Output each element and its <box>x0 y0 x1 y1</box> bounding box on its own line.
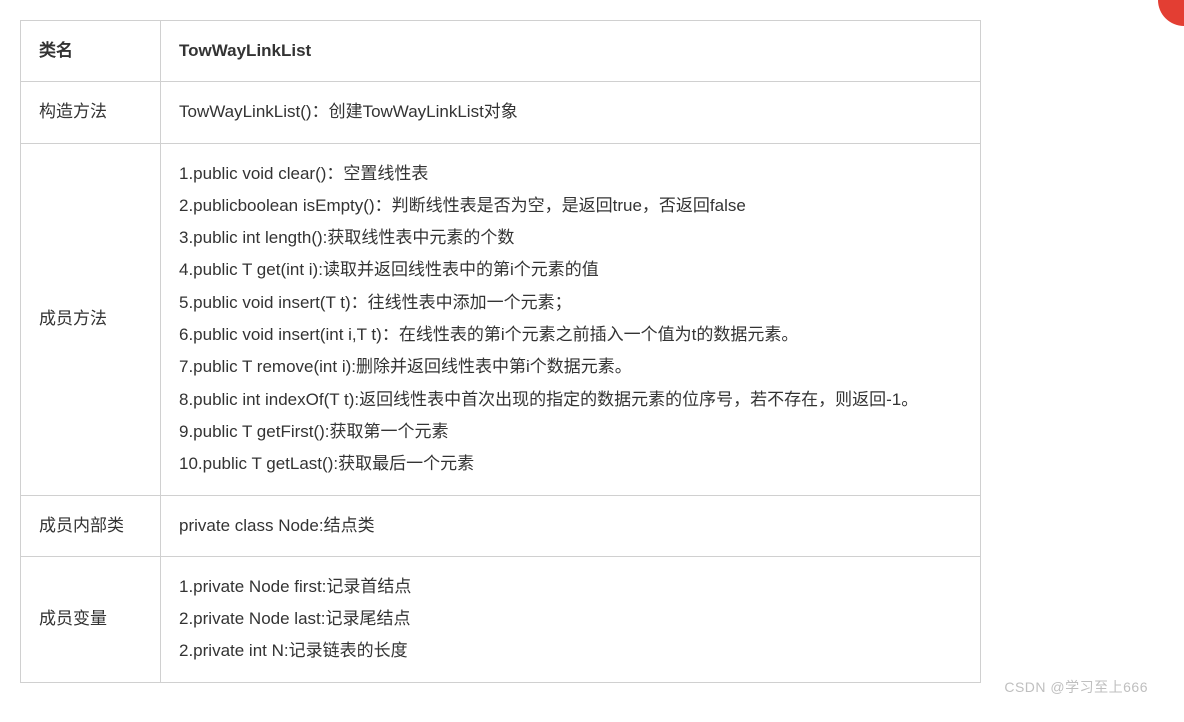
method-item: 5.public void insert(T t)：往线性表中添加一个元素； <box>179 287 962 319</box>
field-item: 2.private Node last:记录尾结点 <box>179 603 962 635</box>
method-item: 8.public int indexOf(T t):返回线性表中首次出现的指定的… <box>179 384 962 416</box>
fields-label: 成员变量 <box>21 556 161 682</box>
fields-content: 1.private Node first:记录首结点 2.private Nod… <box>161 556 981 682</box>
watermark: CSDN @学习至上666 <box>1004 677 1148 697</box>
field-item: 2.private int N:记录链表的长度 <box>179 635 962 667</box>
row-methods: 成员方法 1.public void clear()：空置线性表 2.publi… <box>21 143 981 495</box>
constructor-content: TowWayLinkList()：创建TowWayLinkList对象 <box>161 82 981 143</box>
header-classname-label: 类名 <box>21 21 161 82</box>
methods-label: 成员方法 <box>21 143 161 495</box>
row-constructor: 构造方法 TowWayLinkList()：创建TowWayLinkList对象 <box>21 82 981 143</box>
method-item: 2.publicboolean isEmpty()：判断线性表是否为空，是返回t… <box>179 190 962 222</box>
corner-badge <box>1158 0 1184 26</box>
method-item: 10.public T getLast():获取最后一个元素 <box>179 448 962 480</box>
method-item: 3.public int length():获取线性表中元素的个数 <box>179 222 962 254</box>
method-item: 9.public T getFirst():获取第一个元素 <box>179 416 962 448</box>
method-item: 4.public T get(int i):读取并返回线性表中的第i个元素的值 <box>179 254 962 286</box>
table-header-row: 类名 TowWayLinkList <box>21 21 981 82</box>
inner-class-content: private class Node:结点类 <box>161 495 981 556</box>
field-item: 1.private Node first:记录首结点 <box>179 571 962 603</box>
row-fields: 成员变量 1.private Node first:记录首结点 2.privat… <box>21 556 981 682</box>
method-item: 1.public void clear()：空置线性表 <box>179 158 962 190</box>
api-table: 类名 TowWayLinkList 构造方法 TowWayLinkList()：… <box>20 20 981 683</box>
methods-content: 1.public void clear()：空置线性表 2.publicbool… <box>161 143 981 495</box>
header-classname-value: TowWayLinkList <box>161 21 981 82</box>
inner-class-label: 成员内部类 <box>21 495 161 556</box>
method-item: 6.public void insert(int i,T t)：在线性表的第i个… <box>179 319 962 351</box>
method-item: 7.public T remove(int i):删除并返回线性表中第i个数据元… <box>179 351 962 383</box>
constructor-label: 构造方法 <box>21 82 161 143</box>
row-inner-class: 成员内部类 private class Node:结点类 <box>21 495 981 556</box>
